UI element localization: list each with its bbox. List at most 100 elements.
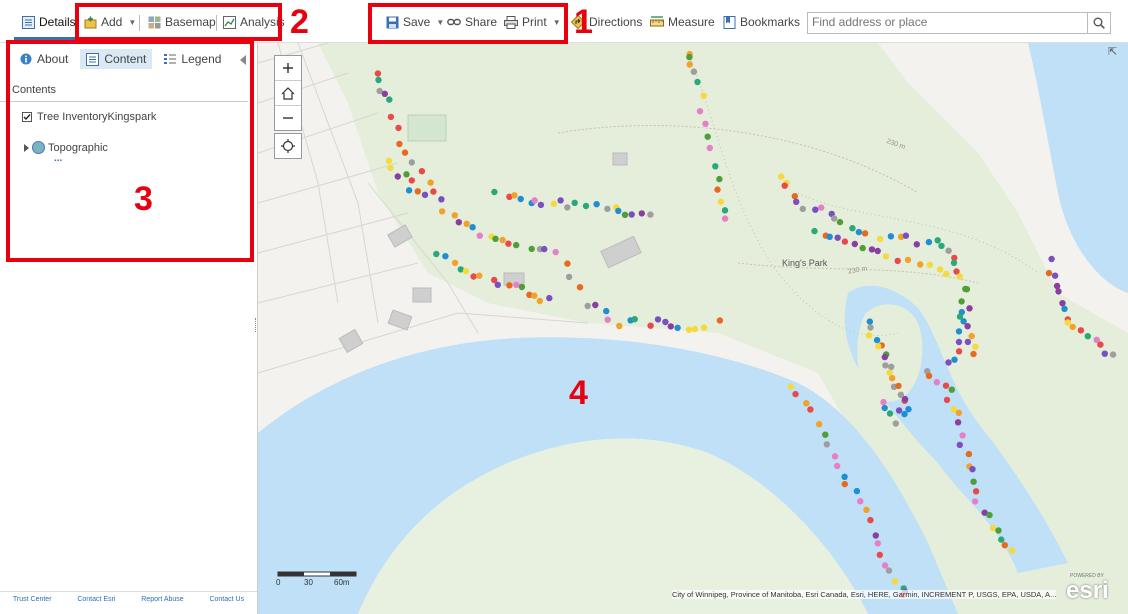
tree-point[interactable] xyxy=(787,383,794,390)
tree-point[interactable] xyxy=(491,188,498,196)
tree-point[interactable] xyxy=(593,201,600,208)
tree-point[interactable] xyxy=(604,316,611,323)
tree-point[interactable] xyxy=(895,382,902,390)
tree-point[interactable] xyxy=(892,420,899,427)
tree-point[interactable] xyxy=(1097,341,1104,348)
footer-link-report-abuse[interactable]: Report Abuse xyxy=(141,596,183,603)
tree-point[interactable] xyxy=(408,177,415,184)
tree-point[interactable] xyxy=(616,322,623,330)
map-view[interactable]: 230 m 230 m King's Park ⇱ 0 30 60m City … xyxy=(258,43,1128,614)
tree-point[interactable] xyxy=(956,441,963,449)
tree-point[interactable] xyxy=(387,113,395,121)
tree-point[interactable] xyxy=(387,164,394,172)
tree-point[interactable] xyxy=(686,61,693,68)
tree-point[interactable] xyxy=(874,540,881,547)
tree-point[interactable] xyxy=(950,405,957,413)
zoom-out-button[interactable] xyxy=(275,106,301,130)
tree-point[interactable] xyxy=(834,462,841,470)
tree-point[interactable] xyxy=(956,313,964,320)
tree-point[interactable] xyxy=(857,498,864,505)
tree-point[interactable] xyxy=(945,247,952,254)
tree-point[interactable] xyxy=(662,318,669,326)
expand-map-icon[interactable]: ⇱ xyxy=(1108,45,1117,58)
tree-point[interactable] xyxy=(513,241,520,249)
tree-point[interactable] xyxy=(866,318,873,325)
tree-point[interactable] xyxy=(865,332,873,339)
tree-point[interactable] xyxy=(970,478,977,485)
tree-point[interactable] xyxy=(557,197,564,204)
tree-point[interactable] xyxy=(1009,547,1016,554)
tree-point[interactable] xyxy=(1059,300,1066,307)
tree-point[interactable] xyxy=(394,173,401,180)
tree-point[interactable] xyxy=(451,212,458,219)
tree-point[interactable] xyxy=(876,551,883,559)
tree-point[interactable] xyxy=(1053,282,1061,290)
tree-point[interactable] xyxy=(950,259,958,267)
tree-point[interactable] xyxy=(647,211,654,218)
tree-point[interactable] xyxy=(492,235,499,242)
tree-point[interactable] xyxy=(881,404,888,412)
tree-point[interactable] xyxy=(959,432,966,439)
tree-point[interactable] xyxy=(584,302,591,310)
tree-point[interactable] xyxy=(793,198,800,205)
tree-point[interactable] xyxy=(702,120,709,128)
tree-point[interactable] xyxy=(499,236,506,244)
tree-point[interactable] xyxy=(901,395,909,403)
tree-point[interactable] xyxy=(433,250,440,258)
tree-point[interactable] xyxy=(943,270,950,278)
tree-point[interactable] xyxy=(513,281,520,289)
tree-point[interactable] xyxy=(564,260,571,267)
tree-point[interactable] xyxy=(811,227,818,235)
tree-point[interactable] xyxy=(799,205,806,213)
tree-point[interactable] xyxy=(894,257,901,265)
tree-point[interactable] xyxy=(1061,305,1068,312)
tree-point[interactable] xyxy=(396,140,403,148)
tree-point[interactable] xyxy=(374,70,382,77)
tree-point[interactable] xyxy=(541,245,548,253)
tree-point[interactable] xyxy=(951,356,958,363)
tree-point[interactable] xyxy=(831,453,839,460)
tree-point[interactable] xyxy=(1001,542,1008,549)
tree-point[interactable] xyxy=(565,273,573,281)
tree-point[interactable] xyxy=(938,242,945,250)
tree-point[interactable] xyxy=(506,282,513,289)
home-button[interactable] xyxy=(275,81,301,106)
tree-point[interactable] xyxy=(956,273,963,280)
tree-point[interactable] xyxy=(822,431,829,438)
tree-point[interactable] xyxy=(531,197,538,204)
tree-point[interactable] xyxy=(667,323,674,330)
tree-point[interactable] xyxy=(603,307,610,315)
tree-point[interactable] xyxy=(917,261,924,268)
tree-point[interactable] xyxy=(418,168,426,175)
tree-point[interactable] xyxy=(889,375,896,382)
tree-point[interactable] xyxy=(518,283,526,291)
tree-point[interactable] xyxy=(1069,323,1076,331)
tree-point[interactable] xyxy=(536,297,543,305)
tree-point[interactable] xyxy=(895,407,903,414)
tree-point[interactable] xyxy=(863,506,870,513)
tree-point[interactable] xyxy=(831,215,838,222)
tree-point[interactable] xyxy=(1084,333,1091,340)
tree-point[interactable] xyxy=(812,206,819,213)
tree-point[interactable] xyxy=(582,202,590,210)
tree-point[interactable] xyxy=(564,204,571,211)
tree-point[interactable] xyxy=(886,410,894,417)
tree-point[interactable] xyxy=(934,237,941,244)
tree-point[interactable] xyxy=(1064,319,1071,326)
tree-point[interactable] xyxy=(841,473,848,480)
tree-point[interactable] xyxy=(1048,255,1055,263)
tree-point[interactable] xyxy=(965,450,973,458)
tree-point[interactable] xyxy=(405,187,413,194)
tree-point[interactable] xyxy=(826,233,833,240)
measure-button[interactable]: Measure xyxy=(650,13,715,31)
tree-point[interactable] xyxy=(925,372,933,379)
tree-point[interactable] xyxy=(943,396,951,404)
tree-point[interactable] xyxy=(998,536,1005,543)
tree-point[interactable] xyxy=(781,182,788,189)
tree-point[interactable] xyxy=(395,124,402,132)
tree-point[interactable] xyxy=(807,406,814,413)
tree-point[interactable] xyxy=(882,362,889,369)
tree-point[interactable] xyxy=(913,241,920,248)
tree-point[interactable] xyxy=(954,419,962,426)
tree-point[interactable] xyxy=(414,188,421,195)
